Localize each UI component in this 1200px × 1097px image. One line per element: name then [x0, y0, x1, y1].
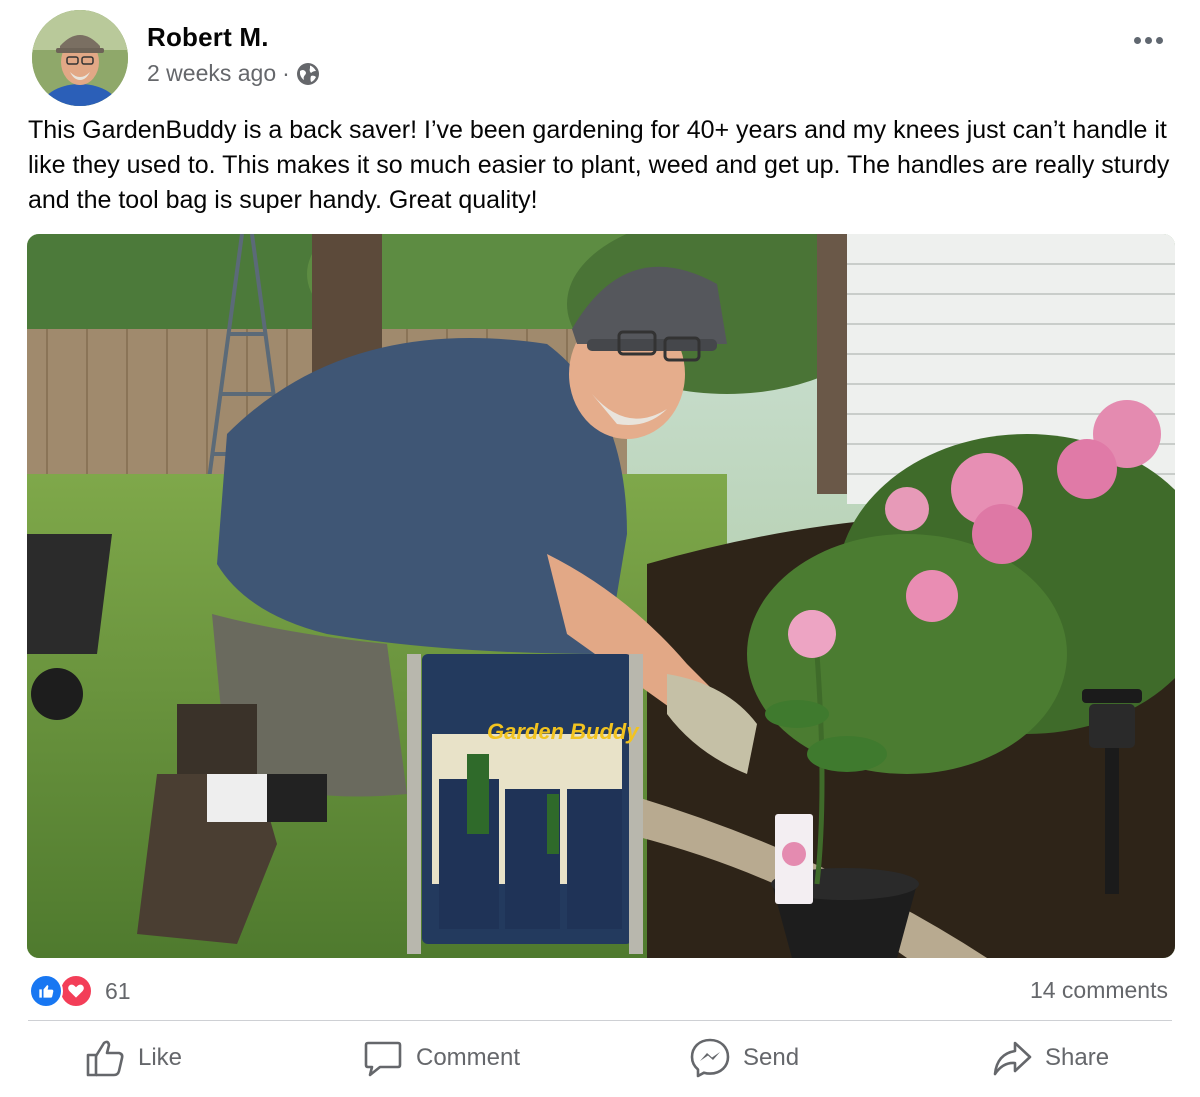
comments-count-link[interactable]: 14 comments — [1030, 977, 1168, 1004]
send-button[interactable]: Send — [689, 1030, 799, 1086]
post-timestamp[interactable]: 2 weeks ago — [147, 60, 276, 87]
globe-icon[interactable] — [296, 62, 320, 86]
share-arrow-icon — [993, 1041, 1032, 1076]
like-reaction-icon — [29, 974, 63, 1008]
post-meta: 2 weeks ago · — [147, 60, 320, 87]
comment-label: Comment — [416, 1044, 521, 1071]
like-button[interactable]: Like — [84, 1030, 182, 1086]
more-dot-icon — [1133, 36, 1141, 44]
facebook-post: Robert M. 2 weeks ago · This GardenBuddy… — [0, 0, 1200, 1097]
comment-button[interactable]: Comment — [362, 1030, 520, 1086]
share-button[interactable]: Share — [991, 1030, 1109, 1086]
more-dot-icon — [1144, 36, 1152, 44]
love-reaction-icon — [59, 974, 93, 1008]
comment-bubble-icon — [364, 1041, 402, 1077]
avatar-photo — [32, 10, 128, 106]
messenger-icon — [690, 1038, 730, 1078]
reactions-summary[interactable]: 61 — [29, 974, 131, 1008]
post-text: This GardenBuddy is a back saver! I’ve b… — [28, 116, 1170, 214]
actions-divider — [28, 1020, 1172, 1021]
thumbs-up-icon — [86, 1040, 124, 1077]
more-options-button[interactable] — [1128, 22, 1168, 58]
gardening-photo: Garden Buddy — [27, 234, 1175, 958]
like-label: Like — [138, 1044, 183, 1071]
seat-brand-label: Garden Buddy — [487, 719, 640, 744]
share-label: Share — [1045, 1044, 1110, 1071]
more-dot-icon — [1155, 36, 1163, 44]
post-actions-bar: Like Comment Send Share — [0, 1030, 1200, 1086]
send-label: Send — [743, 1044, 800, 1071]
post-photo[interactable]: Garden Buddy — [27, 234, 1175, 958]
author-name[interactable]: Robert M. — [147, 22, 269, 53]
avatar[interactable] — [32, 10, 128, 106]
reaction-count: 61 — [105, 977, 131, 1004]
meta-separator: · — [282, 60, 290, 86]
